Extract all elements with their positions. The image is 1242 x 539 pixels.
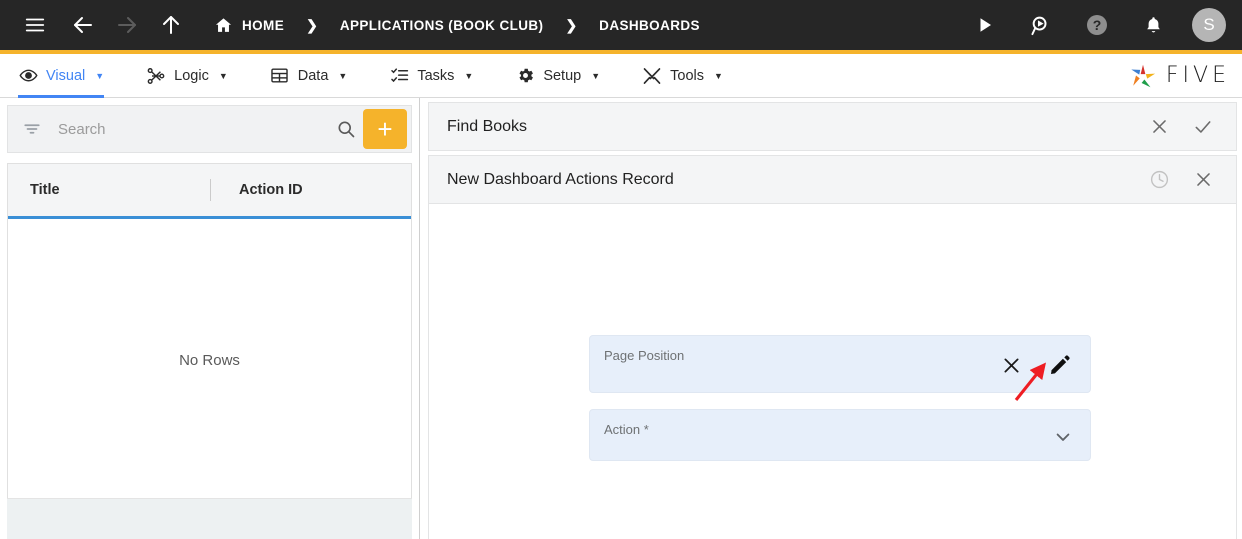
clock-icon[interactable] xyxy=(1148,169,1170,191)
breadcrumb-separator: ❯ xyxy=(306,16,318,33)
body-area: + Title Action ID No Rows Find Books xyxy=(0,98,1242,539)
grid-footer xyxy=(7,498,412,539)
menu-item-setup-label: Setup xyxy=(543,67,582,84)
menu-item-logic[interactable]: Logic ▼ xyxy=(146,54,242,98)
brand-name: FIVE xyxy=(1165,63,1230,88)
search-play-icon[interactable] xyxy=(1024,8,1058,42)
top-bar: HOME ❯ APPLICATIONS (BOOK CLUB) ❯ DASHBO… xyxy=(0,0,1242,50)
records-grid: Title Action ID No Rows xyxy=(7,163,412,498)
grid-icon xyxy=(270,66,290,86)
home-icon xyxy=(214,16,233,35)
brand-logo: FIVE xyxy=(1128,62,1230,90)
breadcrumb-dashboards[interactable]: DASHBOARDS xyxy=(599,18,700,33)
breadcrumb-separator-2: ❯ xyxy=(565,16,578,33)
record-title: Find Books xyxy=(447,117,528,135)
top-bar-nav: HOME ❯ APPLICATIONS (BOOK CLUB) ❯ DASHBO… xyxy=(18,8,700,42)
menu-item-data-label: Data xyxy=(297,67,329,84)
form-header: New Dashboard Actions Record xyxy=(428,155,1237,204)
menu-item-setup[interactable]: Setup ▼ xyxy=(515,54,614,98)
check-icon[interactable] xyxy=(1192,116,1214,138)
chevron-down-icon: ▼ xyxy=(714,70,723,81)
breadcrumb-home[interactable]: HOME xyxy=(214,16,284,35)
menu-item-tasks[interactable]: Tasks ▼ xyxy=(389,54,487,98)
menu-item-visual[interactable]: Visual ▼ xyxy=(18,54,118,98)
breadcrumb-applications[interactable]: APPLICATIONS (BOOK CLUB) xyxy=(340,18,544,33)
form-header-actions xyxy=(1148,169,1222,191)
close-icon[interactable] xyxy=(1148,116,1170,138)
logic-icon xyxy=(146,66,166,86)
up-arrow-icon[interactable] xyxy=(154,8,188,42)
grid-header-row: Title Action ID xyxy=(8,164,411,219)
clear-field-icon[interactable] xyxy=(998,352,1024,378)
eye-icon xyxy=(18,66,38,86)
bell-icon[interactable] xyxy=(1136,8,1170,42)
empty-state-message: No Rows xyxy=(179,352,240,369)
svg-text:?: ? xyxy=(1093,17,1102,33)
chevron-down-icon: ▼ xyxy=(338,70,348,81)
close-icon[interactable] xyxy=(1192,169,1214,191)
main-content-panel: Find Books New Dashboard Actions Record xyxy=(420,98,1242,539)
search-input[interactable] xyxy=(46,120,329,138)
form-body: Page Position Action * xyxy=(428,204,1237,539)
field-action[interactable]: Action * xyxy=(589,409,1091,461)
chevron-down-icon: ▼ xyxy=(95,70,105,81)
column-header-action-id[interactable]: Action ID xyxy=(239,182,303,198)
record-header: Find Books xyxy=(428,102,1237,151)
user-avatar[interactable]: S xyxy=(1192,8,1226,42)
five-pinwheel-logo-icon xyxy=(1128,62,1158,90)
menu-item-tools-label: Tools xyxy=(670,67,704,84)
menu-item-logic-label: Logic xyxy=(174,67,209,84)
menu-item-data[interactable]: Data ▼ xyxy=(270,54,362,98)
gear-icon xyxy=(515,66,535,86)
column-header-title[interactable]: Title xyxy=(30,182,210,198)
record-header-actions xyxy=(1148,116,1222,138)
sidebar-list-panel: + Title Action ID No Rows xyxy=(0,98,420,539)
breadcrumb-home-label: HOME xyxy=(242,17,285,33)
field-page-position[interactable]: Page Position xyxy=(589,335,1091,393)
add-record-button[interactable]: + xyxy=(363,109,407,149)
magnifier-icon[interactable] xyxy=(329,119,363,139)
help-circle-icon[interactable]: ? xyxy=(1080,8,1114,42)
forward-arrow-icon[interactable] xyxy=(110,8,144,42)
tools-icon xyxy=(642,66,662,86)
menu-item-tasks-label: Tasks xyxy=(417,67,455,84)
tasks-icon xyxy=(389,66,409,86)
chevron-down-icon[interactable] xyxy=(1050,424,1076,450)
field-action-label: Action * xyxy=(604,422,649,437)
back-arrow-icon[interactable] xyxy=(66,8,100,42)
field-page-position-label: Page Position xyxy=(604,348,685,363)
search-bar: + xyxy=(7,105,412,153)
grid-body: No Rows xyxy=(8,219,411,498)
pencil-icon[interactable] xyxy=(1046,351,1074,379)
form-title: New Dashboard Actions Record xyxy=(447,170,674,188)
column-divider xyxy=(210,179,211,201)
module-menu-bar: Visual ▼ Logic ▼ Data ▼ Tasks ▼ Setup ▼ … xyxy=(0,54,1242,98)
hamburger-menu-icon[interactable] xyxy=(18,8,52,42)
menu-item-tools[interactable]: Tools ▼ xyxy=(642,54,737,98)
play-icon[interactable] xyxy=(968,8,1002,42)
top-bar-actions: ? S xyxy=(968,8,1226,42)
filter-icon[interactable] xyxy=(18,120,46,138)
chevron-down-icon: ▼ xyxy=(591,70,601,81)
chevron-down-icon: ▼ xyxy=(218,70,228,81)
menu-item-visual-label: Visual xyxy=(46,67,86,84)
chevron-down-icon: ▼ xyxy=(464,70,474,81)
